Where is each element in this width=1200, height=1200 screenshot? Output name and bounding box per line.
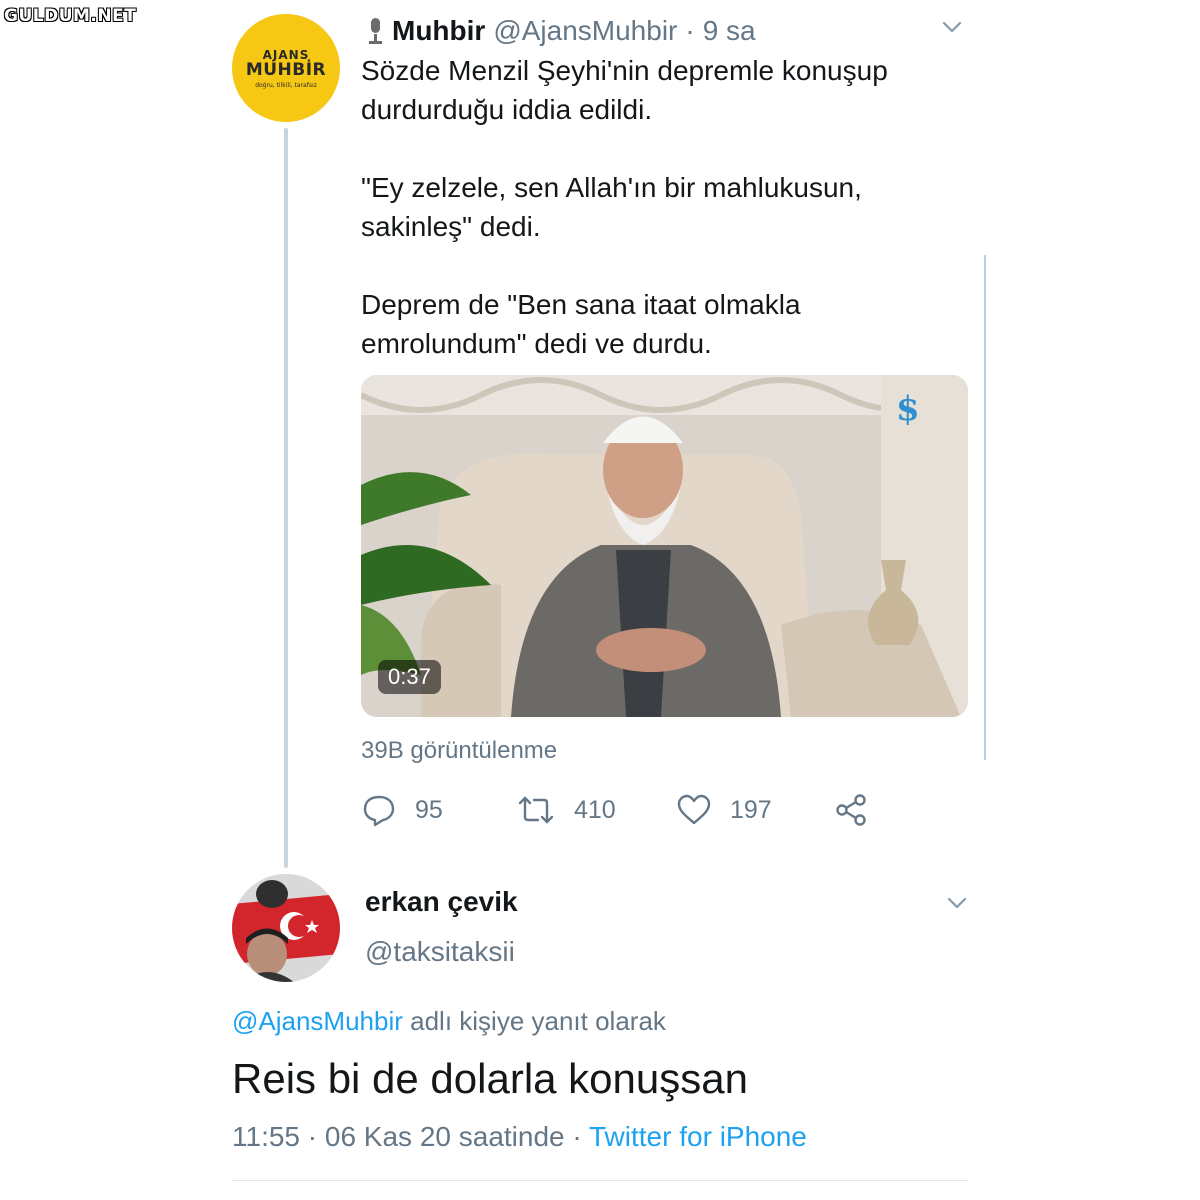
scroll-indicator (984, 255, 986, 760)
like-button[interactable]: 197 (676, 790, 772, 830)
reply-icon (363, 795, 395, 827)
retweet-icon (518, 796, 554, 824)
tweet-paragraph: Deprem de "Ben sana itaat olmakla emrolu… (361, 289, 801, 359)
replying-to-label: adlı kişiye yanıt olarak (402, 1006, 666, 1036)
tweet-paragraph: Sözde Menzil Şeyhi'nin depremle konuşup … (361, 55, 888, 125)
tweet-paragraph: "Ey zelzele, sen Allah'ın bir mahlukusun… (361, 172, 862, 242)
tweet-header: Muhbir @AjansMuhbir · 9 sa (366, 14, 756, 48)
reply-user-handle[interactable]: @taksitaksii (365, 936, 515, 968)
heart-icon (677, 794, 711, 825)
video-thumbnail: $ (361, 375, 968, 717)
thread-connector-line (284, 128, 288, 868)
reply-avatar[interactable] (232, 874, 340, 982)
chevron-down-icon[interactable] (941, 16, 963, 38)
user-handle[interactable]: @AjansMuhbir (493, 15, 677, 47)
avatar-image (232, 874, 340, 982)
display-name[interactable]: Muhbir (392, 15, 485, 47)
reply-timestamp[interactable]: 11:55 · 06 Kas 20 saatinde (232, 1121, 565, 1152)
avatar-logo-text-3: doğru, tilkili, tarafsız (255, 81, 317, 89)
microphone-icon (366, 16, 384, 46)
chevron-down-icon[interactable] (946, 892, 968, 914)
divider (232, 1180, 968, 1181)
site-watermark: GULDUM.NET (4, 6, 137, 26)
source-link[interactable]: Twitter for iPhone (589, 1121, 807, 1152)
separator: · (685, 15, 695, 46)
retweet-count: 410 (574, 795, 616, 824)
view-count: 39B görüntülenme (361, 737, 558, 764)
share-icon (836, 794, 866, 826)
like-count: 197 (730, 795, 772, 824)
svg-text:$: $ (896, 389, 920, 429)
video-player[interactable]: $ (361, 375, 968, 717)
reply-text: Reis bi de dolarla konuşsan (232, 1055, 748, 1102)
share-button[interactable] (833, 790, 887, 830)
meta-separator: · (564, 1121, 589, 1152)
tweet-actions: 95 410 197 (361, 790, 901, 830)
reply-button[interactable]: 95 (361, 790, 443, 830)
replying-to-mention[interactable]: @AjansMuhbir (232, 1006, 403, 1036)
video-duration-badge: 0:37 (378, 660, 441, 694)
avatar-logo-text-2: MUHBİR (245, 59, 327, 80)
avatar[interactable]: AJANS MUHBİR doğru, tilkili, tarafsız (232, 14, 340, 122)
reply-display-name[interactable]: erkan çevik (365, 886, 518, 918)
reply-count: 95 (415, 795, 443, 824)
replying-to: @AjansMuhbir adlı kişiye yanıt olarak (232, 1006, 666, 1037)
reply-meta: 11:55 · 06 Kas 20 saatinde · Twitter for… (232, 1121, 807, 1153)
tweet-time[interactable]: 9 sa (703, 15, 756, 47)
retweet-button[interactable]: 410 (516, 790, 616, 830)
